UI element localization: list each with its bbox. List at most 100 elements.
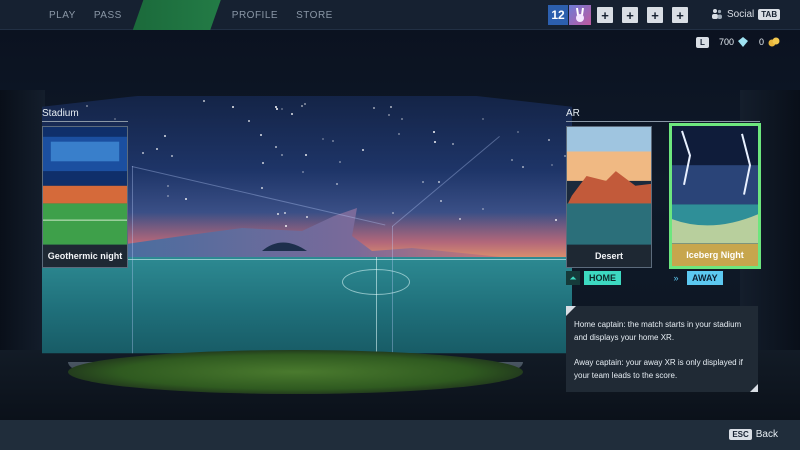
star [166,185,169,188]
away-tag-label: AWAY [687,271,723,285]
league-badge-wrap: L [696,37,709,48]
esc-key-hint: ESC [729,429,752,440]
star [482,118,485,121]
nav-pass[interactable]: PASS [85,0,131,30]
star [451,142,454,145]
social-key-hint: TAB [758,8,781,20]
info-corner [566,306,576,316]
star [433,140,436,143]
star [331,139,334,142]
away-arrows-icon: » [673,273,679,283]
info-corner [750,384,758,392]
star [259,133,262,136]
left-wall [0,90,45,390]
add-party-slot-button[interactable]: + [622,7,638,23]
home-tag-label: HOME [584,271,621,285]
star [300,104,303,107]
star [304,154,307,157]
nav-store[interactable]: STORE [287,0,342,30]
social-label: Social [727,8,755,20]
star [164,135,167,138]
add-party-slot-button[interactable]: + [647,7,663,23]
star [550,164,553,167]
star [156,148,159,151]
star [438,181,441,184]
cage-line [392,226,393,354]
gem-icon [738,37,749,47]
pitch [42,256,572,354]
home-chevron-icon: ⏶ [566,271,580,285]
star [262,162,265,165]
star [339,160,341,163]
star [510,158,513,161]
star [260,186,263,189]
star [361,149,364,152]
bottom-bar: ESC Back [0,420,800,450]
away-tag: » AWAY [669,271,723,285]
star [303,102,306,105]
star [372,107,375,110]
star [336,182,339,185]
star [142,151,145,154]
star [439,200,442,202]
top-bar: PLAY PASS PROFILE STORE 12 + + + + Socia… [0,0,800,30]
star [185,197,188,200]
league-badge: L [696,37,709,48]
star [171,154,174,157]
star [301,170,304,173]
desert-art [567,127,651,245]
captain-info-box: Home captain: the match starts in your s… [566,306,758,392]
back-button[interactable]: ESC Back [729,429,778,440]
add-party-slot-button[interactable]: + [597,7,613,23]
rabbit-icon [576,7,584,22]
star [517,131,519,134]
star [548,139,551,142]
star [432,131,435,134]
star [280,107,283,110]
player-avatar[interactable] [569,5,591,25]
star [274,146,277,149]
social-button[interactable]: Social TAB [711,8,781,20]
people-icon [712,9,722,19]
star [167,194,170,197]
star [555,219,558,222]
nav-profile[interactable]: PROFILE [223,0,287,30]
main-nav: PLAY PASS PROFILE STORE [40,0,342,30]
iceberg-night-art [672,126,758,244]
grass-platform [68,350,523,394]
ar-card-iceberg-label: Iceberg Night [672,243,758,266]
away-captain-text: Away captain: your away XR is only displ… [574,358,743,380]
home-captain-text: Home captain: the match starts in your s… [574,320,742,342]
stadium-card-label: Geothermic night [43,244,127,267]
star [321,137,324,140]
star [421,180,424,183]
stadium-card[interactable]: Geothermic night [42,126,128,268]
star [522,166,525,169]
stadium-title: Stadium [42,108,79,119]
star [85,105,88,108]
gems-counter: 700 [719,37,749,47]
ar-card-iceberg-night[interactable]: Iceberg Night [669,123,761,269]
star [290,112,293,115]
add-party-slot-button[interactable]: + [672,7,688,23]
ar-rule [566,121,760,122]
coins-counter: 0 [759,37,780,47]
star [387,114,390,117]
star [390,106,393,109]
nav-play[interactable]: PLAY [40,0,85,30]
stadium-rule [42,121,128,122]
star [280,154,283,157]
home-tag: ⏶ HOME [566,271,621,285]
coin-icon [768,37,780,47]
player-level: 12 [548,5,568,25]
star [203,99,206,102]
gems-amount: 700 [719,37,735,47]
coins-amount: 0 [759,37,765,47]
back-label: Back [755,429,778,440]
nav-active-tab[interactable] [132,0,221,30]
star [232,106,235,109]
cage-line [132,166,133,354]
star [248,120,251,123]
star [275,107,278,110]
ar-card-desert[interactable]: Desert [566,126,652,268]
